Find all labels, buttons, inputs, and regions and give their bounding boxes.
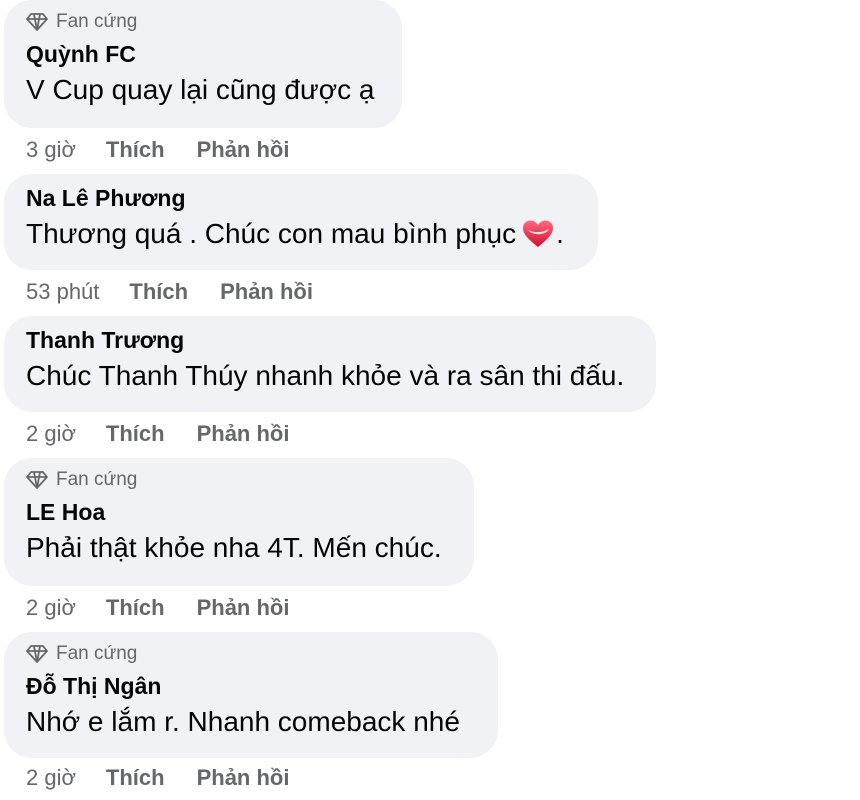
reply-button[interactable]: Phản hồi (197, 595, 290, 621)
reply-button[interactable]: Phản hồi (197, 765, 290, 791)
comment-time[interactable]: 2 giờ (26, 595, 76, 621)
comment-author[interactable]: Quỳnh FC (26, 40, 380, 68)
reply-button[interactable]: Phản hồi (197, 137, 290, 163)
comment-actions: 2 giờ Thích Phản hồi (26, 594, 474, 622)
comment-actions: 2 giờ Thích Phản hồi (26, 764, 498, 792)
comment-bubble: Fan cứng Quỳnh FC V Cup quay lại cũng đư… (4, 0, 402, 128)
comment-time[interactable]: 3 giờ (26, 137, 76, 163)
badge-label: Fan cứng (56, 643, 138, 664)
comment-text: Phải thật khỏe nha 4T. Mến chúc. (26, 532, 442, 563)
comment-bubble: Fan cứng Đỗ Thị Ngân Nhớ e lắm r. Nhanh … (4, 632, 498, 758)
fan-badge: Fan cứng (26, 642, 476, 666)
fan-badge: Fan cứng (26, 10, 380, 34)
comment-author[interactable]: LE Hoa (26, 498, 452, 526)
comment-author[interactable]: Na Lê Phương (26, 184, 576, 212)
comment-actions: 3 giờ Thích Phản hồi (26, 136, 402, 164)
badge-label: Fan cứng (56, 11, 138, 32)
comment: Thanh Trương Chúc Thanh Thúy nhanh khỏe … (4, 316, 656, 448)
like-button[interactable]: Thích (106, 765, 165, 791)
reply-button[interactable]: Phản hồi (220, 279, 313, 305)
like-button[interactable]: Thích (106, 421, 165, 447)
reply-button[interactable]: Phản hồi (197, 421, 290, 447)
comment-bubble: Fan cứng LE Hoa Phải thật khỏe nha 4T. M… (4, 458, 474, 586)
comment-text: Chúc Thanh Thúy nhanh khỏe và ra sân thi… (26, 360, 625, 391)
comment-actions: 53 phút Thích Phản hồi (26, 278, 598, 306)
comment-time[interactable]: 53 phút (26, 279, 99, 305)
comment-time[interactable]: 2 giờ (26, 765, 76, 791)
like-button[interactable]: Thích (106, 595, 165, 621)
comment-text: V Cup quay lại cũng được ạ (26, 74, 375, 105)
badge-label: Fan cứng (56, 469, 138, 490)
like-button[interactable]: Thích (106, 137, 165, 163)
comment-bubble: Na Lê Phương Thương quá . Chúc con mau b… (4, 174, 598, 270)
comment-bubble: Thanh Trương Chúc Thanh Thúy nhanh khỏe … (4, 316, 656, 412)
comment-text: Thương quá . Chúc con mau bình phục . (26, 218, 564, 249)
comment-time[interactable]: 2 giờ (26, 421, 76, 447)
comment-author[interactable]: Đỗ Thị Ngân (26, 672, 476, 700)
comment: Fan cứng Đỗ Thị Ngân Nhớ e lắm r. Nhanh … (4, 632, 498, 792)
comment-text: Nhớ e lắm r. Nhanh comeback nhé (26, 706, 460, 737)
comment-author[interactable]: Thanh Trương (26, 326, 634, 354)
diamond-icon (26, 470, 48, 490)
diamond-icon (26, 12, 48, 32)
comment: Fan cứng Quỳnh FC V Cup quay lại cũng đư… (4, 0, 402, 164)
comment: Na Lê Phương Thương quá . Chúc con mau b… (4, 174, 598, 306)
like-button[interactable]: Thích (129, 279, 188, 305)
fan-badge: Fan cứng (26, 468, 452, 492)
diamond-icon (26, 644, 48, 664)
comment: Fan cứng LE Hoa Phải thật khỏe nha 4T. M… (4, 458, 474, 622)
comment-actions: 2 giờ Thích Phản hồi (26, 420, 656, 448)
heart-icon (522, 219, 554, 249)
